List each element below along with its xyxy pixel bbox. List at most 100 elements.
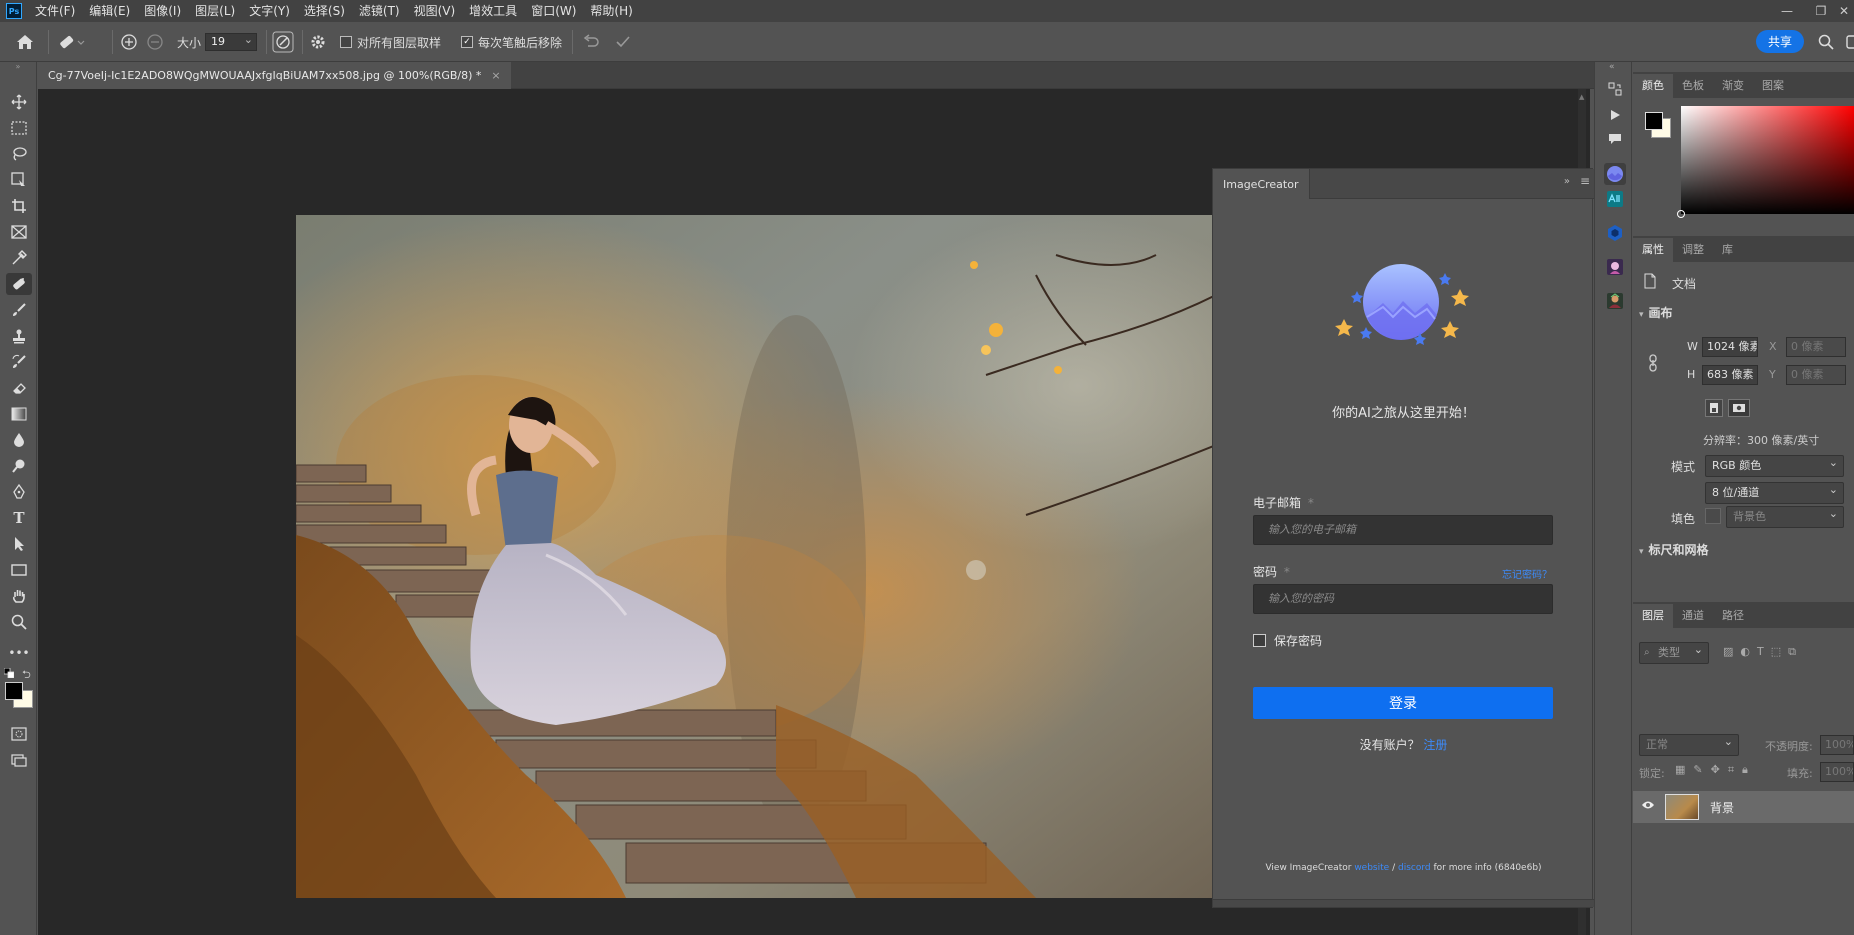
remember-password-checkbox[interactable] — [1253, 634, 1266, 647]
fill-color-swatch[interactable] — [1705, 508, 1721, 524]
share-button[interactable]: 共享 — [1756, 30, 1804, 53]
size-input[interactable]: 19 ⌄ — [205, 33, 257, 51]
password-field[interactable]: 输入您的密码 — [1253, 584, 1553, 614]
fill-select[interactable]: 背景色 — [1726, 504, 1844, 528]
blur-tool-icon[interactable] — [6, 429, 32, 451]
move-tool-icon[interactable] — [6, 91, 32, 113]
tab-paths[interactable]: 路径 — [1713, 604, 1753, 628]
menu-view[interactable]: 视图(V) — [407, 0, 463, 22]
menu-image[interactable]: 图像(I) — [137, 0, 188, 22]
crop-tool-icon[interactable] — [6, 195, 32, 217]
adjustment-filter-icon[interactable]: ◐ — [1740, 645, 1750, 659]
rectangle-tool-icon[interactable] — [6, 559, 32, 581]
document-image[interactable] — [296, 215, 1216, 898]
scroll-up-icon[interactable]: ▲ — [1579, 93, 1584, 101]
website-link[interactable]: website — [1354, 863, 1389, 873]
link-dimensions-icon[interactable] — [1647, 353, 1659, 373]
avatar-plugin-icon[interactable] — [1604, 290, 1626, 312]
swap-colors-icon[interactable]: ⮌ — [22, 666, 31, 685]
menu-type[interactable]: 文字(Y) — [242, 0, 297, 22]
menu-plugins[interactable]: 增效工具 — [462, 0, 524, 22]
tab-properties[interactable]: 属性 — [1633, 238, 1673, 262]
restore-button[interactable]: ❐ — [1804, 0, 1838, 22]
register-link[interactable]: 注册 — [1423, 738, 1447, 752]
login-button[interactable]: 登录 — [1253, 687, 1553, 719]
close-tab-icon[interactable]: × — [491, 69, 500, 82]
brush-tool-icon[interactable] — [6, 299, 32, 321]
lock-artboard-icon[interactable]: ⌗ — [1728, 763, 1734, 777]
color-panel-foreground-swatch[interactable] — [1645, 112, 1663, 130]
rulers-section-header[interactable]: ▾ 标尺和网格 — [1639, 541, 1709, 558]
menu-edit[interactable]: 编辑(E) — [82, 0, 137, 22]
gradient-tool-icon[interactable] — [6, 403, 32, 425]
undo-icon[interactable] — [582, 22, 600, 62]
add-mode-icon[interactable] — [120, 22, 138, 62]
tab-adjustments[interactable]: 调整 — [1673, 238, 1713, 262]
marquee-tool-icon[interactable] — [6, 117, 32, 139]
lock-pixels-icon[interactable]: ✎ — [1693, 763, 1702, 777]
workspace-icon[interactable] — [1846, 22, 1854, 62]
panel-menu-icon[interactable]: ≡ — [1580, 174, 1590, 188]
menu-filter[interactable]: 滤镜(T) — [352, 0, 407, 22]
collapse-panel-icon[interactable]: » — [1564, 176, 1570, 187]
pen-tool-icon[interactable] — [6, 481, 32, 503]
tab-gradients[interactable]: 渐变 — [1713, 74, 1753, 98]
menu-layer[interactable]: 图层(L) — [188, 0, 242, 22]
spot-healing-brush-preset-icon[interactable] — [58, 22, 86, 62]
actions-play-icon[interactable] — [1604, 104, 1626, 126]
screen-mode-icon[interactable] — [6, 749, 32, 771]
landscape-orientation-icon[interactable] — [1728, 399, 1750, 417]
clone-stamp-tool-icon[interactable] — [6, 325, 32, 347]
gear-icon[interactable] — [310, 22, 326, 62]
pressure-size-icon[interactable] — [272, 22, 294, 62]
close-window-button[interactable]: ✕ — [1834, 0, 1854, 22]
lasso-tool-icon[interactable] — [6, 143, 32, 165]
object-selection-tool-icon[interactable] — [6, 169, 32, 191]
foreground-color-swatch[interactable] — [5, 682, 23, 700]
eraser-tool-icon[interactable] — [6, 377, 32, 399]
default-colors-icon[interactable] — [3, 667, 15, 679]
layer-filter-select[interactable]: ⌕ 类型 — [1639, 640, 1709, 664]
tab-color[interactable]: 颜色 — [1633, 74, 1673, 98]
canvas-section-header[interactable]: ▾ 画布 — [1639, 304, 1673, 321]
menu-file[interactable]: 文件(F) — [28, 0, 82, 22]
collapse-toolbar-icon[interactable]: » — [4, 62, 32, 72]
dodge-tool-icon[interactable] — [6, 455, 32, 477]
tab-patterns[interactable]: 图案 — [1753, 74, 1793, 98]
frame-tool-icon[interactable] — [6, 221, 32, 243]
more-tools-icon[interactable]: ••• — [6, 642, 32, 664]
type-filter-icon[interactable]: T — [1757, 645, 1764, 659]
minimize-button[interactable]: — — [1770, 0, 1804, 22]
commit-check-icon[interactable] — [615, 22, 631, 62]
imagecreator-tab[interactable]: ImageCreator — [1213, 169, 1310, 199]
hex-plugin-icon[interactable] — [1604, 222, 1626, 244]
bit-depth-select[interactable]: 8 位/通道 — [1705, 480, 1844, 504]
layer-row[interactable]: 背景 — [1633, 791, 1854, 823]
blend-mode-select[interactable]: 正常 — [1639, 732, 1739, 756]
menu-help[interactable]: 帮助(H) — [583, 0, 639, 22]
spot-healing-brush-tool-icon[interactable] — [6, 273, 32, 295]
opacity-input[interactable]: 100% — [1820, 735, 1854, 755]
shape-filter-icon[interactable]: ⬚ — [1771, 645, 1781, 659]
quick-mask-icon[interactable] — [6, 723, 32, 745]
pixel-filter-icon[interactable]: ▨ — [1723, 645, 1733, 659]
lock-all-icon[interactable]: 🔒︎ — [1742, 763, 1748, 777]
imagecreator-dock-icon[interactable] — [1604, 163, 1626, 185]
hand-tool-icon[interactable] — [6, 585, 32, 607]
y-input[interactable]: 0 像素 — [1786, 365, 1846, 385]
panel-resize-handle[interactable] — [1213, 899, 1594, 907]
email-field[interactable]: 输入您的电子邮箱 — [1253, 515, 1553, 545]
menu-window[interactable]: 窗口(W) — [524, 0, 583, 22]
comments-icon[interactable] — [1604, 128, 1626, 150]
eye-visibility-icon[interactable] — [1641, 799, 1655, 814]
tab-swatches[interactable]: 色板 — [1673, 74, 1713, 98]
sample-all-layers-checkbox[interactable] — [340, 36, 352, 48]
tab-channels[interactable]: 通道 — [1673, 604, 1713, 628]
color-picker-field[interactable] — [1677, 106, 1854, 218]
search-icon[interactable] — [1818, 22, 1834, 62]
path-selection-tool-icon[interactable] — [6, 533, 32, 555]
x-input[interactable]: 0 像素 — [1786, 337, 1846, 357]
mode-select[interactable]: RGB 颜色 — [1705, 453, 1844, 477]
character-plugin-icon[interactable] — [1604, 256, 1626, 278]
smartobject-filter-icon[interactable]: ⧉ — [1788, 645, 1796, 659]
